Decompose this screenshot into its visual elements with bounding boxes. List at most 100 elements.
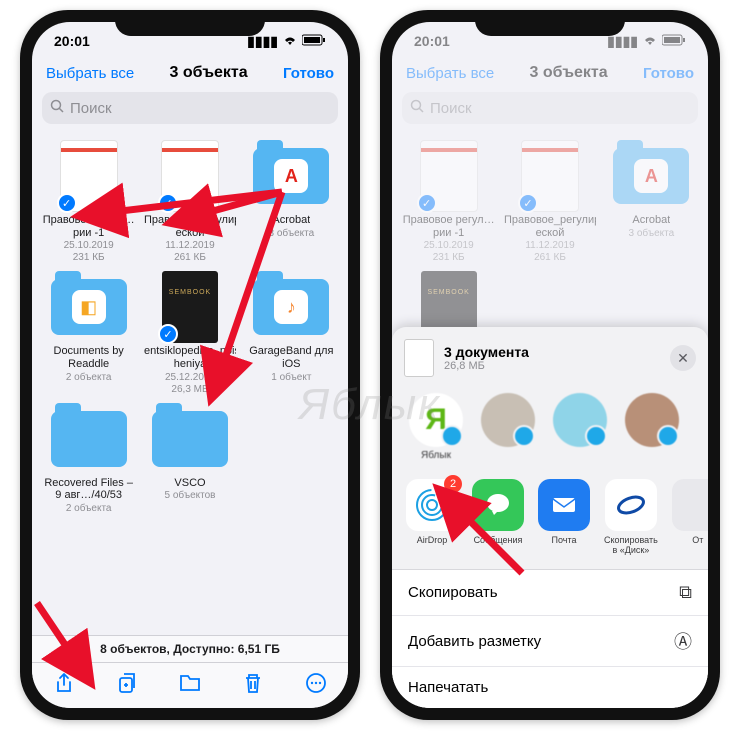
mail-app[interactable]: Почта [538,479,590,555]
file-size: 261 КБ [174,252,206,263]
bottom-toolbar [32,662,348,708]
mail-icon [538,479,590,531]
search-icon [50,99,64,117]
contact-item[interactable] [478,393,538,461]
folder-item[interactable]: VSCO 5 объектов [141,401,238,518]
markup-icon: Ⓐ [674,628,692,654]
folder-sub: 3 объекта [269,228,315,239]
documents-icon: ◧ [72,290,106,324]
folder-sub: 3 объекта [629,228,675,239]
app-label: От [692,535,703,545]
file-name: Правовое_регулиро…еской [144,214,236,239]
file-size: 26,3 МБ [171,384,208,395]
close-button[interactable]: ✕ [670,345,696,371]
navbar: Выбрать все 3 объекта Готово [32,60,348,88]
navbar: Выбрать все 3 объекта Готово [392,60,708,88]
avatar [481,393,535,447]
file-date: 25.10.2019 [64,240,114,251]
file-item[interactable]: ✓Правовое_регулиро…еской11.12.2019261 КБ [501,138,598,267]
search-field[interactable]: Поиск [42,92,338,124]
file-size: 231 КБ [433,252,465,263]
done-button[interactable]: Готово [643,65,694,82]
folder-thumbnail: ♪ [253,273,329,341]
folder-item[interactable]: ◧ Documents by Readdle 2 объекта [40,269,137,398]
app-label: Сообщения [474,535,523,545]
status-time: 20:01 [414,33,450,49]
file-item[interactable]: ✓ Правовое_регулиро…еской 11.12.2019 261… [141,138,238,267]
app-overflow[interactable]: От [672,479,708,555]
folder-item[interactable]: ♪ GarageBand для iOS 1 объект [243,269,340,398]
print-action[interactable]: Напечатать [392,667,708,708]
file-size: 261 КБ [534,252,566,263]
app-icon [672,479,708,531]
action-label: Добавить разметку [408,633,541,650]
selected-check-icon: ✓ [158,193,178,213]
duplicate-button[interactable] [115,671,139,700]
acrobat-icon: A [274,159,308,193]
notch [475,10,625,36]
file-date: 25.12.2019 [165,372,215,383]
select-all-button[interactable]: Выбрать все [406,65,494,82]
done-button[interactable]: Готово [283,65,334,82]
copy-action[interactable]: Скопировать ⧉ [392,570,708,616]
folder-item[interactable]: AAcrobat3 объекта [603,138,700,267]
share-button[interactable] [52,671,76,700]
file-item[interactable]: ✓ Правовое регул…рии -1 25.10.2019 231 К… [40,138,137,267]
messages-app[interactable]: Сообщения [472,479,524,555]
yandex-disk-app[interactable]: Скопировать в «Диск» [604,479,658,555]
file-name: Правовое_регулиро…еской [504,214,596,239]
avatar [625,393,679,447]
file-item[interactable]: ✓Правовое регул…рии -125.10.2019231 КБ [400,138,497,267]
contact-item[interactable] [550,393,610,461]
folder-thumbnail [152,405,228,473]
file-grid: ✓Правовое регул…рии -125.10.2019231 КБ ✓… [392,132,708,355]
contact-item[interactable]: Я Яблык [406,393,466,461]
search-placeholder: Поиск [70,100,112,117]
markup-action[interactable]: Добавить разметку Ⓐ [392,616,708,667]
action-list: Скопировать ⧉ Добавить разметку Ⓐ Напеча… [392,570,708,708]
notch [115,10,265,36]
more-button[interactable] [304,671,328,700]
file-item[interactable]: SEMBOOK✓ entsiklopediya_poisko…heniya 25… [141,269,238,398]
folder-name: GarageBand для iOS [245,345,337,370]
folder-sub: 5 объектов [165,490,216,501]
folder-sub: 1 объект [271,372,311,383]
file-name: Правовое регул…рии -1 [43,214,135,239]
folder-name: Recovered Files – 9 авг…/40/53 [43,477,135,502]
wifi-icon [282,33,298,49]
move-button[interactable] [178,671,202,700]
phone-right: 20:01 ▮▮▮▮ Выбрать все 3 объекта Готово … [380,10,720,720]
doc-thumbnail: ✓ [51,142,127,210]
folder-thumbnail: A [253,142,329,210]
wifi-icon [642,33,658,49]
search-field[interactable]: Поиск [402,92,698,124]
app-label: Почта [552,535,577,545]
folder-name: Documents by Readdle [43,345,135,370]
phone-left: 20:01 ▮▮▮▮ Выбрать все 3 объекта Готово … [20,10,360,720]
app-label: AirDrop [417,535,448,545]
share-sheet: 3 документа 26,8 МБ ✕ Я Яблык 2 [392,327,708,708]
airdrop-contacts-row: Я Яблык [392,387,708,473]
screen-right: 20:01 ▮▮▮▮ Выбрать все 3 объекта Готово … [392,22,708,708]
folder-item[interactable]: A Acrobat 3 объекта [243,138,340,267]
action-label: Скопировать [408,584,498,601]
garageband-icon: ♪ [274,290,308,324]
sheet-title: 3 документа [444,344,529,360]
contact-item[interactable] [622,393,682,461]
battery-icon [302,33,326,49]
folder-name: VSCO [174,477,205,490]
contact-name: Яблык [421,450,451,461]
storage-footer: 8 объектов, Доступно: 6,51 ГБ [32,635,348,662]
document-icon [404,339,434,377]
folder-sub: 2 объекта [66,372,112,383]
file-name: Правовое регул…рии -1 [403,214,495,239]
status-time: 20:01 [54,33,90,49]
file-date: 11.12.2019 [525,240,574,251]
folder-item[interactable]: Recovered Files – 9 авг…/40/53 2 объекта [40,401,137,518]
delete-button[interactable] [241,671,265,700]
sheet-header: 3 документа 26,8 МБ ✕ [392,337,708,387]
status-icons: ▮▮▮▮ [607,33,686,50]
select-all-button[interactable]: Выбрать все [46,65,134,82]
airdrop-app[interactable]: 2 AirDrop [406,479,458,555]
selected-check-icon: ✓ [57,193,77,213]
